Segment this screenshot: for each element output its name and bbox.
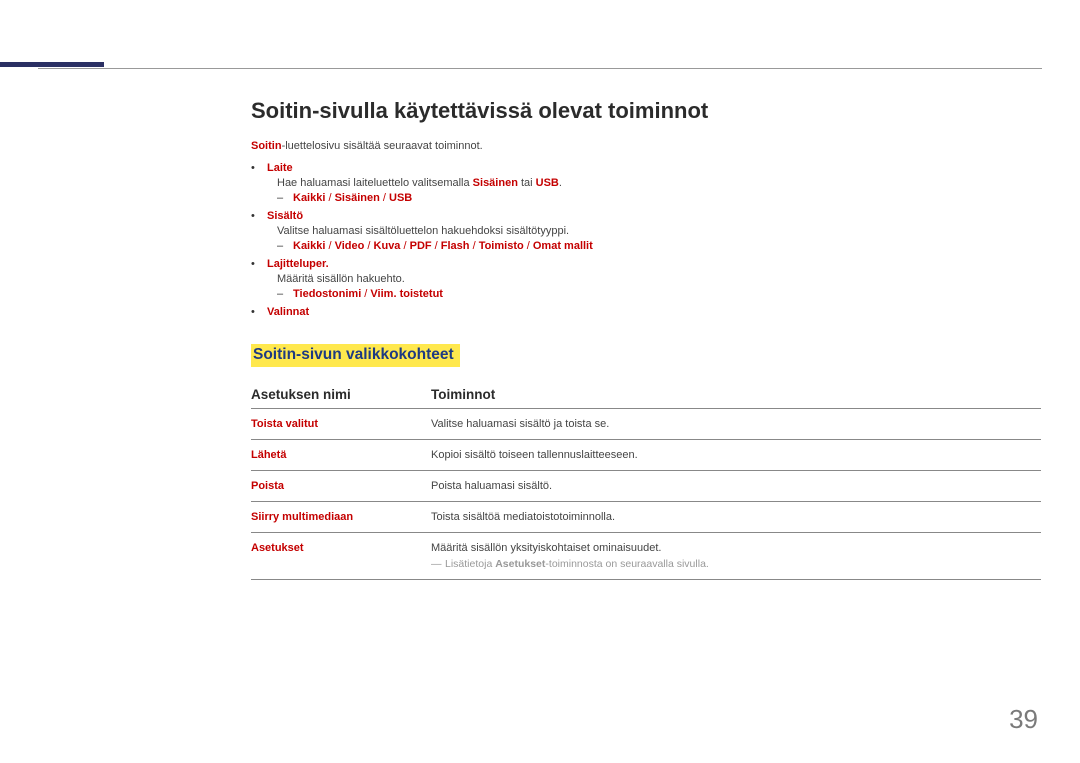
sub-item: ‒Kaikki / Sisäinen / USB xyxy=(277,192,1041,204)
item-label: Lajitteluper. xyxy=(267,258,329,270)
list-item: •Sisältö Valitse haluamasi sisältöluette… xyxy=(251,210,1041,252)
table-row: Poista Poista haluamasi sisältö. xyxy=(251,471,1041,502)
sub-item: ‒Kaikki / Video / Kuva / PDF / Flash / T… xyxy=(277,240,1041,252)
row-name: Asetukset xyxy=(251,533,431,580)
row-name: Siirry multimediaan xyxy=(251,502,431,533)
row-name: Lähetä xyxy=(251,440,431,471)
list-item: •Laite Hae haluamasi laiteluettelo valit… xyxy=(251,162,1041,204)
item-desc: Määritä sisällön hakuehto. xyxy=(277,273,1041,285)
bullet-icon: • xyxy=(251,162,267,174)
row-func: Valitse haluamasi sisältö ja toista se. xyxy=(431,409,1041,440)
dash-icon: ‒ xyxy=(277,288,293,300)
dash-icon: ‒ xyxy=(277,240,293,252)
item-label: Sisältö xyxy=(267,210,303,222)
row-func: Toista sisältöä mediatoistotoiminnolla. xyxy=(431,502,1041,533)
intro-rest: -luettelosivu sisältää seuraavat toiminn… xyxy=(282,140,483,152)
intro-text: Soitin-luettelosivu sisältää seuraavat t… xyxy=(251,140,1041,152)
options-table: Asetuksen nimi Toiminnot Toista valitut … xyxy=(251,381,1041,580)
bullet-icon: • xyxy=(251,306,267,318)
table-row: Toista valitut Valitse haluamasi sisältö… xyxy=(251,409,1041,440)
dash-icon: ‒ xyxy=(277,192,293,204)
table-row: Asetukset Määritä sisällön yksityiskohta… xyxy=(251,533,1041,580)
table-header-name: Asetuksen nimi xyxy=(251,381,431,409)
bullet-icon: • xyxy=(251,258,267,270)
sub-list: ‒Kaikki / Video / Kuva / PDF / Flash / T… xyxy=(277,240,1041,252)
item-label: Valinnat xyxy=(267,306,309,318)
row-name: Poista xyxy=(251,471,431,502)
item-label: Laite xyxy=(267,162,293,174)
content-area: Soitin-sivulla käytettävissä olevat toim… xyxy=(251,98,1041,580)
top-rule xyxy=(38,68,1042,69)
feature-list: •Laite Hae haluamasi laiteluettelo valit… xyxy=(251,162,1041,318)
row-func: Määritä sisällön yksityiskohtaiset omina… xyxy=(431,533,1041,580)
accent-bar xyxy=(0,62,104,67)
subheading-highlight: Soitin-sivun valikkokohteet xyxy=(251,344,460,367)
item-desc: Hae haluamasi laiteluettelo valitsemalla… xyxy=(277,177,1041,189)
row-footnote: ―Lisätietoja Asetukset-toiminnosta on se… xyxy=(431,558,1033,570)
page-number: 39 xyxy=(1009,704,1038,735)
sub-list: ‒Kaikki / Sisäinen / USB xyxy=(277,192,1041,204)
sub-item: ‒Tiedostonimi / Viim. toistetut xyxy=(277,288,1041,300)
bullet-icon: • xyxy=(251,210,267,222)
item-desc: Valitse haluamasi sisältöluettelon hakue… xyxy=(277,225,1041,237)
sub-list: ‒Tiedostonimi / Viim. toistetut xyxy=(277,288,1041,300)
dash-icon: ― xyxy=(431,558,445,570)
row-func: Kopioi sisältö toiseen tallennuslaittees… xyxy=(431,440,1041,471)
list-item: •Valinnat xyxy=(251,306,1041,318)
list-item: •Lajitteluper. Määritä sisällön hakuehto… xyxy=(251,258,1041,300)
table-header-func: Toiminnot xyxy=(431,381,1041,409)
row-name: Toista valitut xyxy=(251,409,431,440)
intro-bold: Soitin xyxy=(251,140,282,152)
table-row: Siirry multimediaan Toista sisältöä medi… xyxy=(251,502,1041,533)
table-row: Lähetä Kopioi sisältö toiseen tallennusl… xyxy=(251,440,1041,471)
page-title: Soitin-sivulla käytettävissä olevat toim… xyxy=(251,98,1041,124)
subheading-text: Soitin-sivun valikkokohteet xyxy=(253,346,454,363)
row-func: Poista haluamasi sisältö. xyxy=(431,471,1041,502)
